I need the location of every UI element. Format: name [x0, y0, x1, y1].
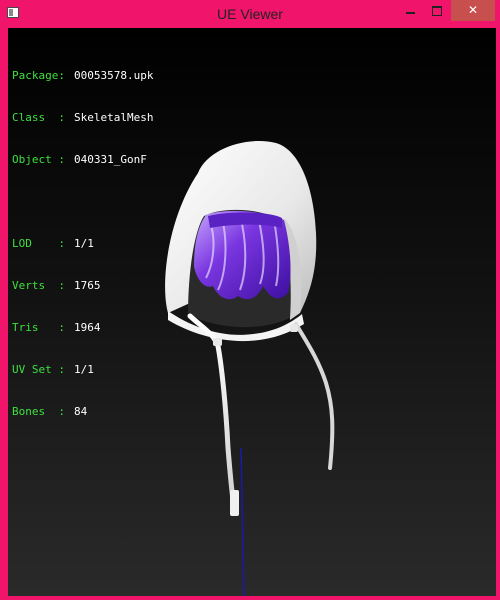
left-drawstring [187, 313, 237, 511]
info-value: 1/1 [74, 363, 94, 376]
info-lod: LOD : 1/1 [12, 237, 153, 251]
info-tris: Tris : 1964 [12, 321, 153, 335]
info-value: 84 [74, 405, 88, 418]
info-spacer [12, 195, 153, 209]
right-cord-eyelet [290, 324, 298, 332]
close-icon: ✕ [467, 3, 479, 17]
info-value: 1964 [74, 321, 101, 334]
info-value: 1/1 [74, 237, 94, 250]
3d-viewport[interactable]: Package: 00053578.upk Class : SkeletalMesh… [8, 28, 496, 596]
ue-viewer-window: UE Viewer ✕ Package: 00053578.upk Class … [0, 0, 500, 600]
minimize-icon [405, 12, 415, 14]
info-label: LOD : [12, 237, 65, 250]
info-uvset: UV Set : 1/1 [12, 363, 153, 377]
left-cord-tip [230, 490, 239, 516]
info-label: Tris : [12, 321, 65, 334]
maximize-icon [432, 6, 442, 16]
right-drawstring [294, 322, 335, 470]
mesh-info-overlay: Package: 00053578.upk Class : SkeletalMesh… [12, 41, 153, 447]
info-value: 1765 [74, 279, 101, 292]
axis-line [240, 447, 245, 596]
info-label: Object : [12, 153, 65, 166]
info-label: Verts : [12, 279, 65, 292]
left-cord-eyelet [213, 338, 222, 346]
info-object: Object : 040331_GonF [12, 153, 153, 167]
info-verts: Verts : 1765 [12, 279, 153, 293]
info-bones: Bones : 84 [12, 405, 153, 419]
minimize-button[interactable] [397, 0, 423, 21]
info-label: Bones : [12, 405, 65, 418]
info-package: Package: 00053578.upk [12, 69, 153, 83]
close-button[interactable]: ✕ [451, 0, 495, 21]
maximize-button[interactable] [424, 0, 450, 21]
info-label: Package: [12, 69, 65, 82]
info-value: 00053578.upk [74, 69, 154, 82]
info-value: 040331_GonF [74, 153, 147, 166]
info-label: Class : [12, 111, 65, 124]
info-value: SkeletalMesh [74, 111, 154, 124]
info-label: UV Set : [12, 363, 65, 376]
info-class: Class : SkeletalMesh [12, 111, 153, 125]
title-bar[interactable]: UE Viewer ✕ [0, 0, 500, 28]
